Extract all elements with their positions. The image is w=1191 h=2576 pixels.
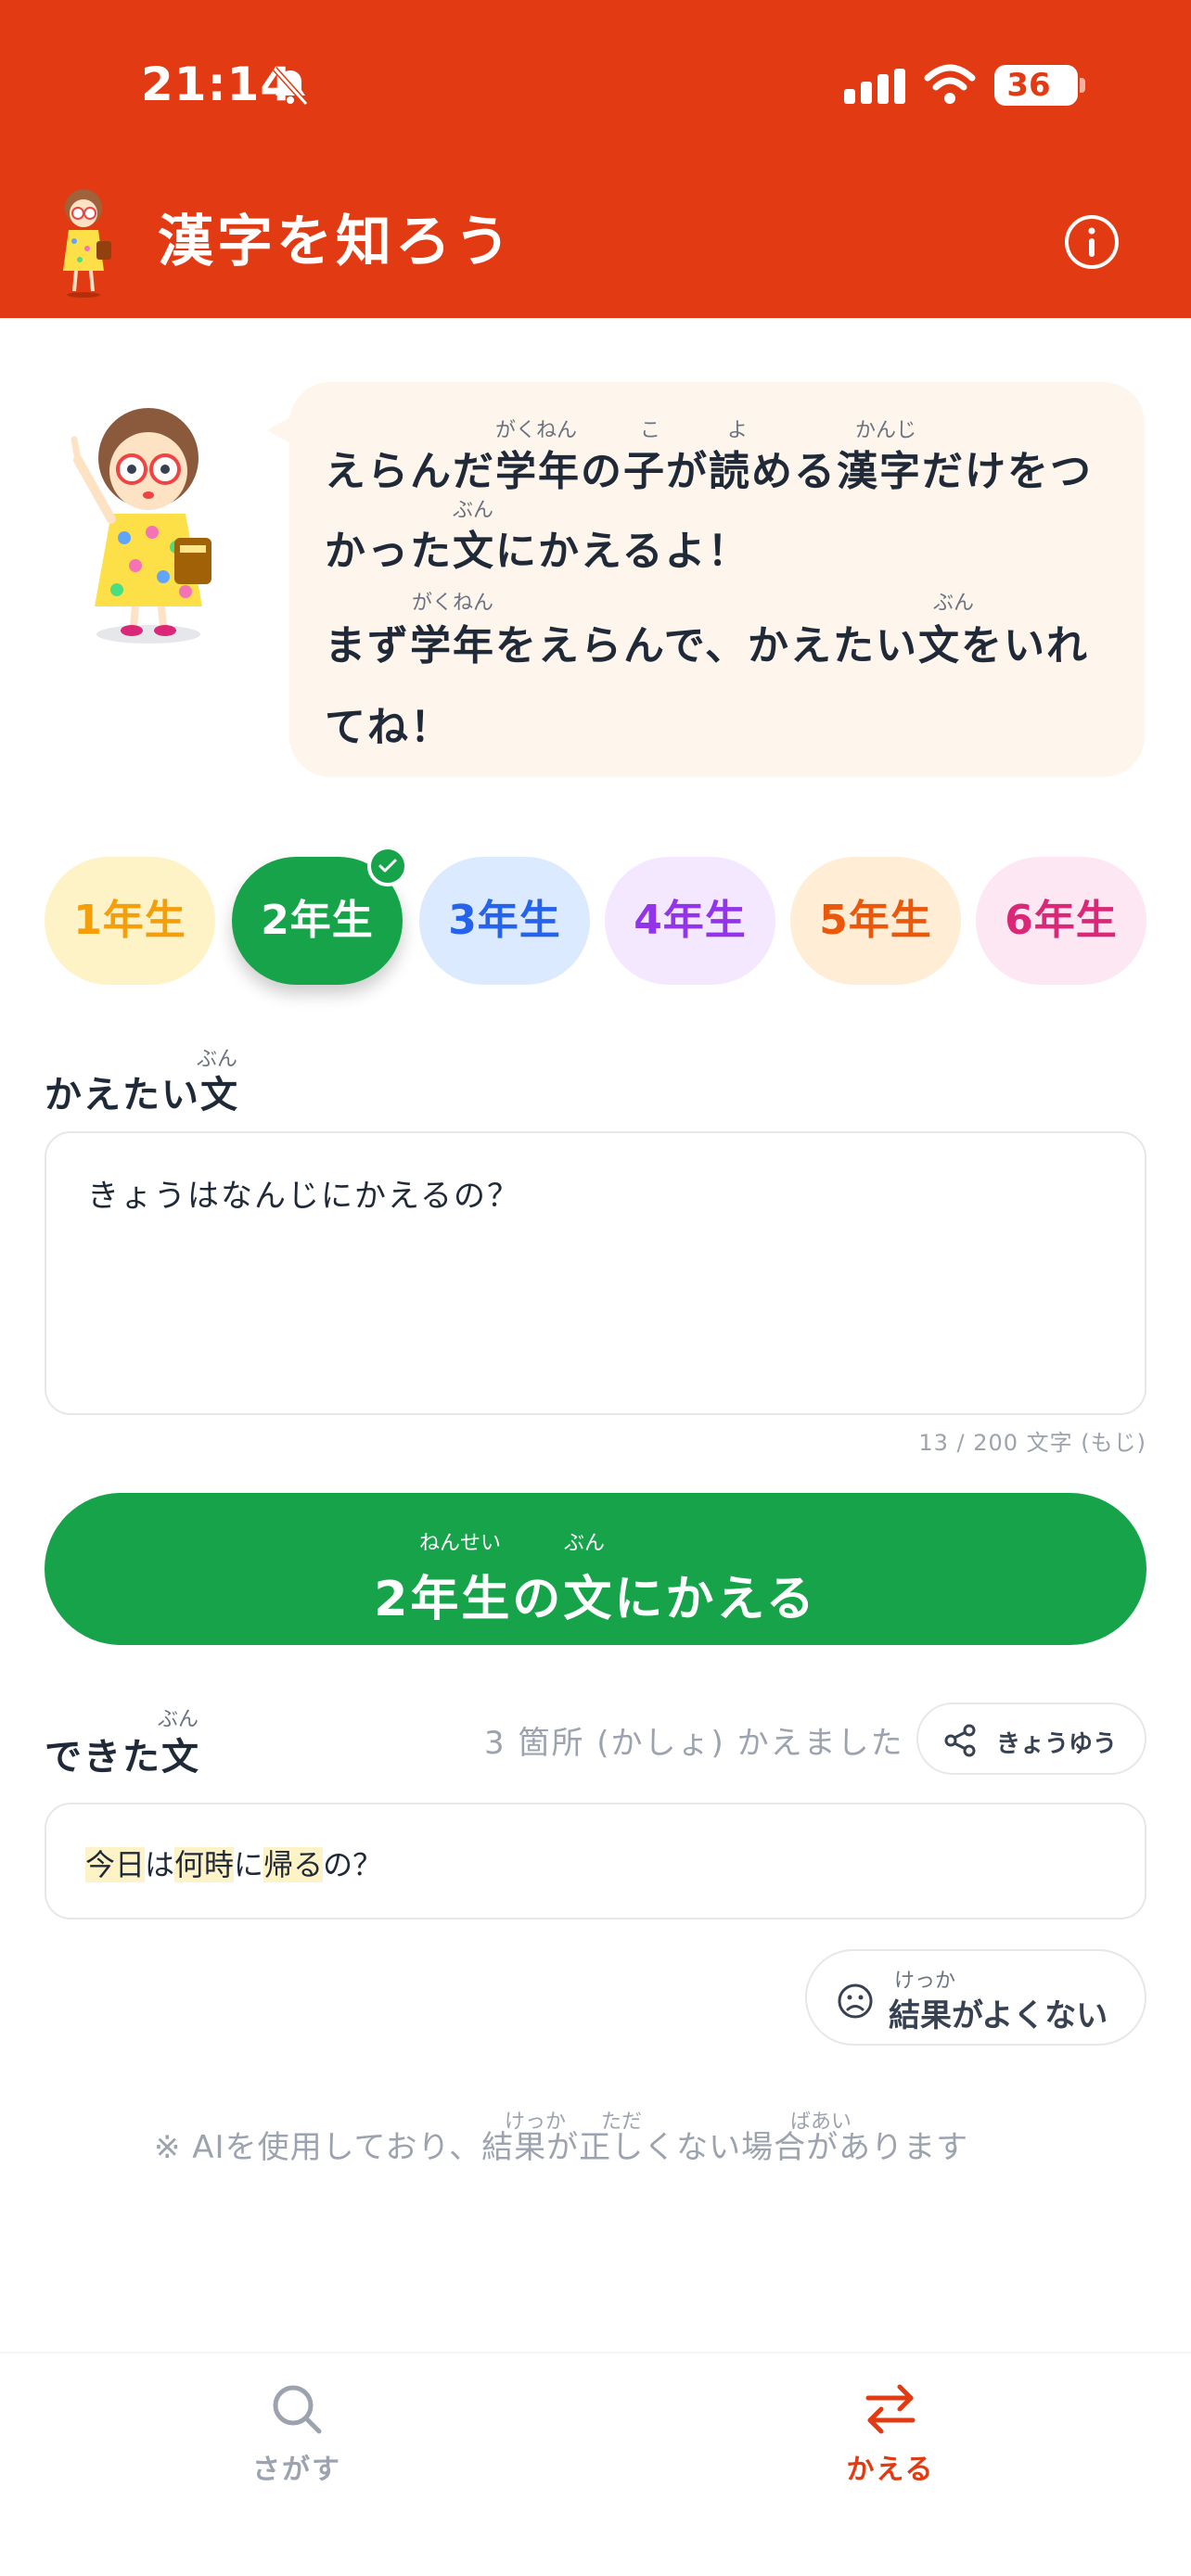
furigana: ぶん: [564, 1532, 606, 1555]
nav-convert[interactable]: かえる: [777, 2353, 1000, 2502]
app-logo-mascot-icon: [63, 189, 111, 298]
share-icon: [944, 1724, 976, 1757]
bad-result-label: 結果がよくない: [889, 1997, 1108, 2034]
result-segment: 何時: [174, 1847, 235, 1882]
furigana: ねんせい: [419, 1532, 502, 1555]
result-segment: 今日: [85, 1847, 146, 1882]
battery-level: 36: [1006, 67, 1051, 104]
share-button-label: きょうゆう: [996, 1730, 1118, 1758]
result-text: 今日は何時に帰るの？: [85, 1842, 382, 1884]
intro-line: かった文にかえるよ！: [325, 528, 750, 575]
mascot-character-image: [70, 408, 211, 644]
sentence-input-value: きょうはなんじにかえるの？: [87, 1178, 520, 1215]
input-section-label: かえたい文: [45, 1074, 239, 1116]
nav-search[interactable]: さがす: [184, 2353, 406, 2502]
intro-line: えらんだ学年の子が読める漢字だけをつ: [325, 448, 1093, 495]
cellular-signal-icon: [844, 69, 905, 104]
result-section-label: できた文: [45, 1736, 200, 1779]
grade-pill-5[interactable]: 5年生: [790, 857, 961, 985]
intro-line: てね！: [325, 704, 453, 751]
nav-search-label: さがす: [252, 2454, 341, 2486]
selected-check-icon: [367, 846, 408, 886]
intro-line: まず学年をえらんで、かえたい文をいれ: [325, 622, 1090, 670]
share-button[interactable]: きょうゆう: [916, 1702, 1146, 1775]
convert-button-label: 2年生の文にかえる: [374, 1572, 817, 1627]
changed-count-text: 3 箇所 (かしょ) かえました: [484, 1725, 904, 1762]
character-counter: 13 / 200 文字 (もじ): [918, 1430, 1146, 1456]
swap-arrows-icon: [865, 2384, 916, 2434]
result-segment: 帰る: [263, 1847, 324, 1882]
convert-button[interactable]: ねんせい ぶん 2年生の文にかえる: [45, 1493, 1146, 1645]
grade-pill-4[interactable]: 4年生: [605, 857, 775, 985]
grade-pill-6[interactable]: 6年生: [976, 857, 1146, 985]
app-header: 21:14 36 漢字を知ろう: [0, 0, 1191, 318]
grade-pill-1[interactable]: 1年生: [45, 857, 215, 985]
battery-tip: [1080, 78, 1085, 93]
bottom-nav: さがす かえる: [0, 2352, 1191, 2576]
battery-indicator: 36: [994, 65, 1078, 106]
wifi-icon: [924, 64, 976, 104]
search-icon: [273, 2385, 322, 2434]
app-title: 漢字を知ろう: [158, 210, 514, 274]
nav-convert-label: かえる: [846, 2454, 935, 2486]
bad-result-button[interactable]: けっか 結果がよくない: [805, 1949, 1146, 2046]
result-segment: は: [145, 1847, 175, 1882]
result-segment: の？: [323, 1847, 383, 1882]
frown-face-icon: [838, 1983, 873, 2019]
result-segment: に: [234, 1847, 264, 1882]
info-icon[interactable]: [1063, 213, 1121, 271]
ai-disclaimer: ※ AIを使用しており、結果が正しくない場合があります: [154, 2129, 969, 2166]
bell-muted-icon: [272, 66, 309, 107]
grade-pill-3[interactable]: 3年生: [419, 857, 590, 985]
